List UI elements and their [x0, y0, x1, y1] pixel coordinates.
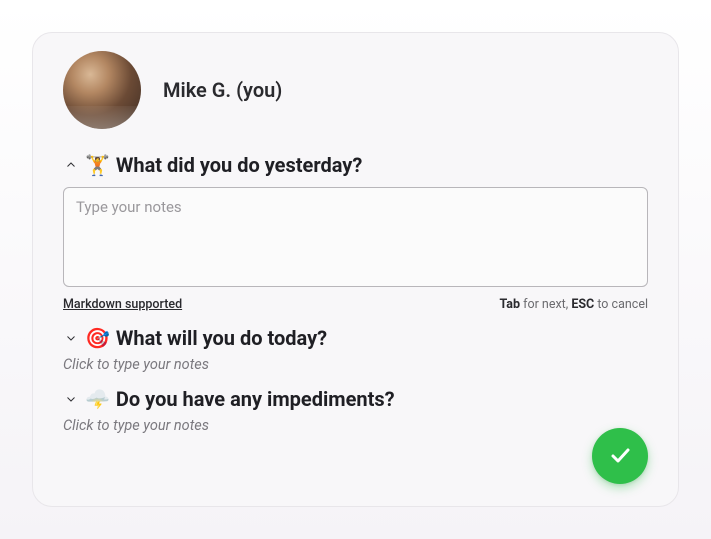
standup-card: Mike G. (you) 🏋️ What did you do yesterd…	[32, 32, 679, 507]
question-header-yesterday[interactable]: 🏋️ What did you do yesterday?	[63, 153, 648, 177]
question-header-impediments[interactable]: 🌩️ Do you have any impediments?	[63, 387, 648, 411]
question-text-impediments: Do you have any impediments?	[116, 387, 395, 411]
emoji-yesterday: 🏋️	[85, 155, 110, 175]
esc-key-label: ESC	[571, 297, 594, 312]
tab-hint-text: for next,	[520, 297, 571, 312]
markdown-supported-link[interactable]: Markdown supported	[63, 297, 182, 312]
collapsed-hint-impediments[interactable]: Click to type your notes	[63, 417, 648, 434]
esc-hint-text: to cancel	[594, 297, 648, 312]
chevron-down-icon	[63, 391, 79, 407]
submit-button[interactable]	[592, 428, 648, 484]
check-icon	[608, 443, 632, 470]
avatar	[63, 51, 141, 129]
collapsed-hint-today[interactable]: Click to type your notes	[63, 356, 648, 373]
question-text-today: What will you do today?	[116, 326, 327, 350]
key-hints: Tab for next, ESC to cancel	[499, 297, 648, 312]
question-today: 🎯 What will you do today? Click to type …	[63, 326, 648, 373]
chevron-down-icon	[63, 330, 79, 346]
question-yesterday: 🏋️ What did you do yesterday? Markdown s…	[63, 153, 648, 312]
emoji-impediments: 🌩️	[85, 389, 110, 409]
chevron-up-icon	[63, 157, 79, 173]
notes-hints: Markdown supported Tab for next, ESC to …	[63, 297, 648, 312]
question-text-yesterday: What did you do yesterday?	[116, 153, 362, 177]
emoji-today: 🎯	[85, 328, 110, 348]
question-impediments: 🌩️ Do you have any impediments? Click to…	[63, 387, 648, 434]
notes-input-yesterday[interactable]	[63, 187, 648, 287]
user-name: Mike G. (you)	[163, 78, 282, 102]
user-header: Mike G. (you)	[63, 51, 648, 129]
tab-key-label: Tab	[499, 297, 520, 312]
question-header-today[interactable]: 🎯 What will you do today?	[63, 326, 648, 350]
